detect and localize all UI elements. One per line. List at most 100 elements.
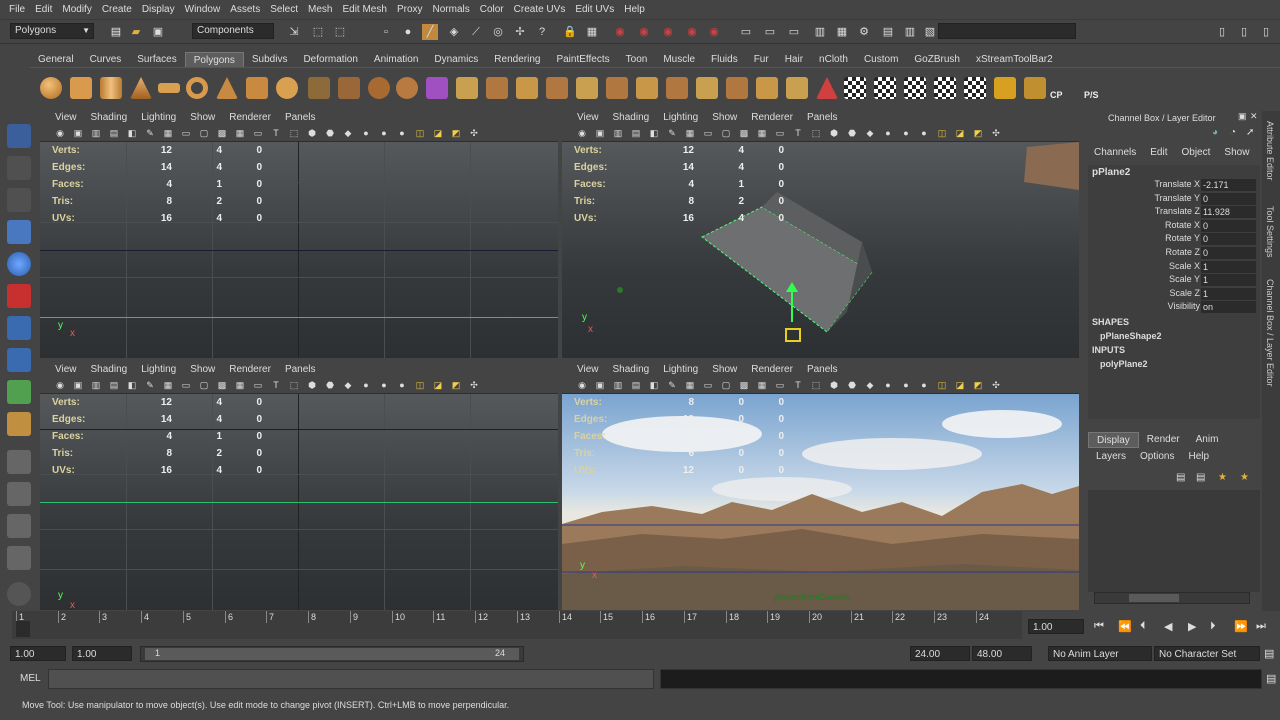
- offset-loop-icon[interactable]: [606, 77, 628, 99]
- ambient-occlusion-icon[interactable]: ●: [394, 377, 410, 393]
- channel-row[interactable]: Scale Y1: [1088, 274, 1260, 287]
- poly-prism-icon[interactable]: [216, 77, 238, 99]
- layer-move-up-icon[interactable]: ★: [1218, 472, 1227, 483]
- help-query-icon[interactable]: ?: [534, 24, 550, 40]
- channel-value-field[interactable]: 1: [1201, 274, 1256, 287]
- channel-value-field[interactable]: 1: [1201, 287, 1256, 300]
- hypershade-icon[interactable]: ◉: [684, 24, 700, 40]
- quadrangulate-icon[interactable]: [786, 77, 808, 99]
- pick-mask-icon[interactable]: ▫: [378, 24, 394, 40]
- new-layer-selected-icon[interactable]: ▤: [1196, 472, 1205, 483]
- menu-select[interactable]: Select: [265, 4, 303, 15]
- viewport-menu-renderer[interactable]: Renderer: [744, 111, 800, 125]
- viewport-view[interactable]: Verts: 12 4 0 Edges: 14 4 0 Faces: 4 1 0 Tris: 8 2 0 UVs…: [40, 142, 558, 358]
- viewport-menu-view[interactable]: View: [570, 111, 606, 125]
- float-window-icon[interactable]: ▣: [1238, 111, 1247, 122]
- viewport-menu-renderer[interactable]: Renderer: [222, 111, 278, 125]
- triangulate-icon[interactable]: [756, 77, 778, 99]
- channel-row[interactable]: Rotate Z0: [1088, 247, 1260, 260]
- channel-value-field[interactable]: 0: [1201, 247, 1256, 259]
- last-tool-icon[interactable]: [7, 412, 31, 436]
- xray-components-icon[interactable]: ✣: [466, 377, 482, 393]
- viewport-view[interactable]: y x Verts: 12 4 0 Edges: 14 4 0 Faces: 4 1 0 Tris: 8 2…: [562, 142, 1079, 358]
- menu-proxy[interactable]: Proxy: [392, 4, 428, 15]
- fill-hole-icon[interactable]: [726, 77, 748, 99]
- viewport-menu-panels[interactable]: Panels: [278, 363, 323, 377]
- viewport-bottom-right[interactable]: View Shading Lighting Show Renderer Panels ◉ ▣…: [562, 363, 1079, 610]
- channel-value-field[interactable]: 0: [1201, 233, 1256, 246]
- smooth-shade-icon[interactable]: ⬢: [304, 125, 320, 141]
- viewport-menu-lighting[interactable]: Lighting: [656, 111, 705, 125]
- textured-icon[interactable]: ◆: [340, 125, 356, 141]
- viewport-menu-view[interactable]: View: [48, 111, 84, 125]
- poly-cone-icon[interactable]: [130, 77, 152, 99]
- grid-icon[interactable]: ▦: [160, 125, 176, 141]
- collapse-icon[interactable]: [696, 77, 718, 99]
- poly-cylinder-icon[interactable]: [100, 77, 122, 99]
- new-scene-icon[interactable]: ▤: [108, 24, 124, 40]
- viewport-menu-lighting[interactable]: Lighting: [134, 111, 183, 125]
- isolate-select-icon[interactable]: ◫: [934, 125, 950, 141]
- viewport-menu-shading[interactable]: Shading: [84, 111, 135, 125]
- rotate-tool-icon[interactable]: [7, 252, 31, 276]
- play-forwards-icon[interactable]: ▶: [1188, 620, 1196, 633]
- 2d-pan-icon[interactable]: ◧: [124, 125, 140, 141]
- xray-joints-icon[interactable]: ◩: [448, 125, 464, 141]
- menu-help[interactable]: Help: [619, 4, 650, 15]
- mel-label[interactable]: MEL: [20, 673, 41, 684]
- animation-end-field[interactable]: 48.00: [972, 646, 1032, 661]
- viewport-menu-panels[interactable]: Panels: [800, 111, 845, 125]
- safe-title-icon[interactable]: T: [268, 377, 284, 393]
- viewport-menu-shading[interactable]: Shading: [606, 363, 657, 377]
- menuset-select[interactable]: Polygons ▼: [10, 23, 94, 39]
- viewport-menu-view[interactable]: View: [570, 363, 606, 377]
- channel-name[interactable]: Rotate Z: [1165, 247, 1200, 257]
- mirror-icon[interactable]: [816, 77, 838, 99]
- uv-cylindrical-icon[interactable]: [904, 77, 926, 99]
- xray-joints-icon[interactable]: ◩: [448, 377, 464, 393]
- shelf-tab-gozbrush[interactable]: GoZBrush: [906, 52, 968, 67]
- poly-soccer-icon[interactable]: [276, 77, 298, 99]
- construction-history-icon[interactable]: ▦: [584, 24, 600, 40]
- channel-box-arrow-icon[interactable]: ➚: [1246, 127, 1254, 138]
- current-frame-field[interactable]: 1.00: [1028, 619, 1084, 634]
- camera-icon[interactable]: ◉: [574, 125, 590, 141]
- modeling-toolkit-icon[interactable]: ▦: [834, 24, 850, 40]
- select-component-icon[interactable]: ⬚: [332, 24, 348, 40]
- anim-layer-select[interactable]: No Anim Layer: [1048, 646, 1152, 661]
- grease-pencil-icon[interactable]: ✎: [142, 377, 158, 393]
- xray-components-icon[interactable]: ✣: [988, 125, 1004, 141]
- separate-icon[interactable]: [338, 77, 360, 99]
- viewport-bottom-left[interactable]: View Shading Lighting Show Renderer Panels ◉ ▣…: [40, 363, 558, 610]
- object-name[interactable]: pPlane2: [1092, 167, 1130, 178]
- shelf-tab-polygons[interactable]: Polygons: [184, 52, 244, 67]
- channel-name[interactable]: Scale Y: [1169, 274, 1200, 284]
- tool-settings-icon[interactable]: ▥: [902, 24, 918, 40]
- channel-box-menu-edit[interactable]: Edit: [1144, 147, 1167, 161]
- film-gate-icon[interactable]: ▭: [700, 125, 716, 141]
- viewport-view[interactable]: Verts: 8 0 0 Edges: 10 0 0 Faces: 3 0 0 Tris: 6 0 0 UVs:…: [562, 394, 1079, 610]
- xray-components-icon[interactable]: ✣: [988, 377, 1004, 393]
- menu-mesh[interactable]: Mesh: [303, 4, 337, 15]
- insert-loop-icon[interactable]: [576, 77, 598, 99]
- field-chart-icon[interactable]: ▦: [232, 125, 248, 141]
- layer-menu-help[interactable]: Help: [1180, 450, 1209, 464]
- ambient-occlusion-icon[interactable]: ●: [916, 125, 932, 141]
- channel-name[interactable]: Translate Z: [1155, 206, 1200, 216]
- gate-mask-icon[interactable]: ▩: [736, 377, 752, 393]
- resolution-gate-icon[interactable]: ▢: [718, 125, 734, 141]
- wireframe-on-shaded-icon[interactable]: ⬣: [322, 377, 338, 393]
- attribute-editor-icon[interactable]: ▤: [880, 24, 896, 40]
- script-editor-icon[interactable]: ▤: [1266, 672, 1276, 685]
- channel-value-field[interactable]: 11.928: [1201, 206, 1256, 219]
- viewport-view[interactable]: Verts: 12 4 0 Edges: 14 4 0 Faces: 4 1 0 Tris: 8 2 0 UVs…: [40, 394, 558, 610]
- camera-attr-icon[interactable]: ▣: [592, 125, 608, 141]
- range-slider[interactable]: 1 24: [140, 646, 524, 662]
- time-slider[interactable]: 1 2 3 4 5 6 7 8 9 10 11 12 13 14 15 16 17 18 19 20 21 22 23 24 …: [0, 611, 1280, 641]
- channel-box-settings-icon[interactable]: ◔: [1230, 127, 1236, 138]
- menu-edit-mesh[interactable]: Edit Mesh: [337, 4, 391, 15]
- use-lights-icon[interactable]: ●: [358, 377, 374, 393]
- grid-icon[interactable]: ▦: [682, 125, 698, 141]
- isolate-select-icon[interactable]: ◫: [934, 377, 950, 393]
- pick-point-icon[interactable]: ●: [400, 24, 416, 40]
